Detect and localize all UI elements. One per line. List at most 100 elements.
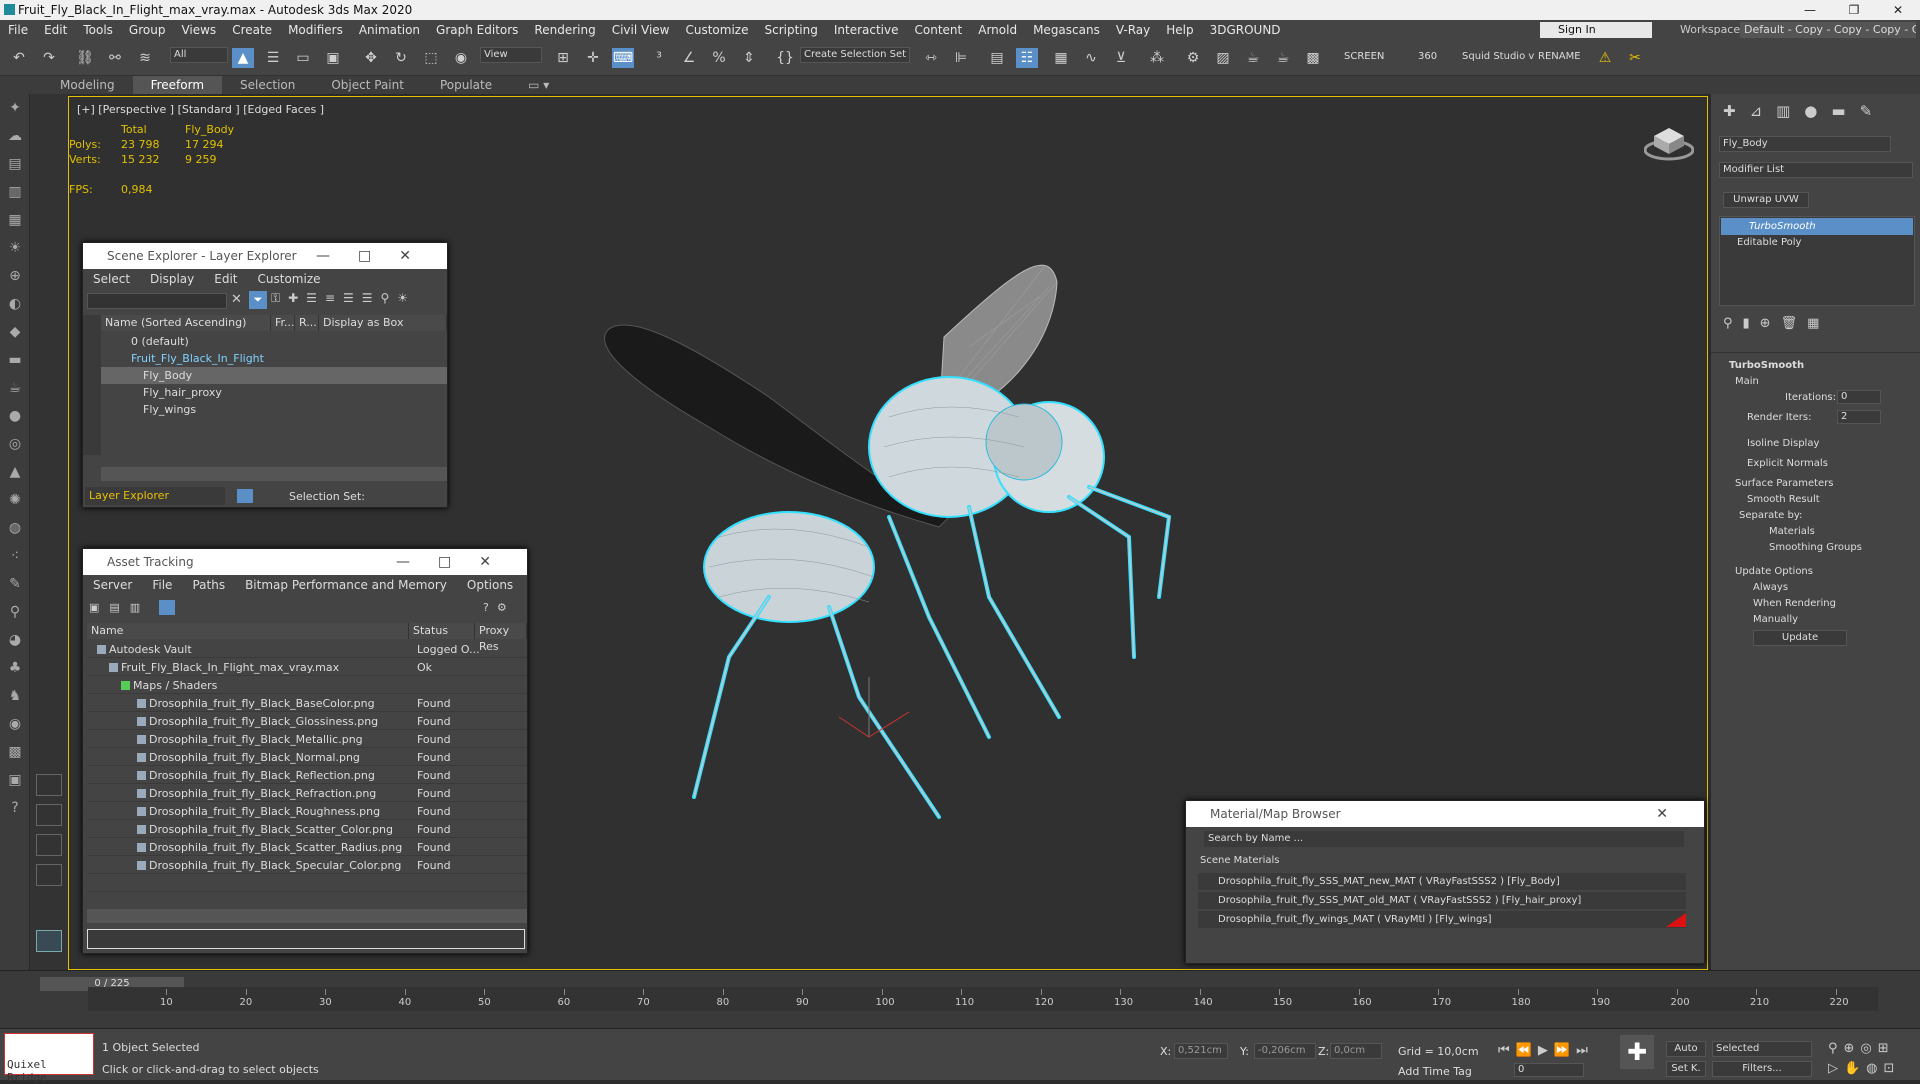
menu-help[interactable]: Help <box>1158 20 1201 40</box>
camera-icon[interactable]: ◐ <box>0 290 30 318</box>
link-icon[interactable]: ⛓ <box>74 48 96 68</box>
asset-tracking-window-controls[interactable]: —□✕ <box>396 549 519 575</box>
unwrap-uvw-button[interactable]: Unwrap UVW <box>1723 192 1809 208</box>
layer-row-fly-wings[interactable]: Fly_wings <box>101 401 447 418</box>
layer-tools-icon[interactable]: ⚿✚☰≡☰☰⚲☀ <box>271 291 416 306</box>
at-toolbar-icons[interactable]: ▣▤▥ <box>89 601 150 614</box>
menu-file[interactable]: File <box>0 20 36 40</box>
warning-icon[interactable]: ⚠ <box>1594 48 1616 68</box>
close-button[interactable]: ✕ <box>1876 0 1920 20</box>
placement-icon[interactable]: ◉ <box>450 48 472 68</box>
tab-modeling[interactable]: Modeling <box>42 76 133 94</box>
at-col-status[interactable]: Status <box>409 623 475 639</box>
at-horizontal-scrollbar[interactable] <box>87 909 527 923</box>
sign-in-dropdown[interactable]: Sign In <box>1540 22 1652 38</box>
layers-icon[interactable]: ▤ <box>0 150 30 178</box>
menu-vray[interactable]: V-Ray <box>1108 20 1158 40</box>
walk-icon[interactable]: ♞ <box>0 682 30 710</box>
materials-checkbox[interactable]: Materials <box>1769 526 1815 537</box>
menu-modifiers[interactable]: Modifiers <box>280 20 351 40</box>
manually-radio[interactable]: Manually <box>1753 614 1798 625</box>
layout-2-icon[interactable] <box>36 804 62 826</box>
move-icon[interactable]: ✥ <box>360 48 382 68</box>
layer-row-fly-hair[interactable]: Fly_hair_proxy <box>101 384 447 401</box>
at-help-icon[interactable]: ?⚙ <box>483 601 515 614</box>
sphere-icon[interactable]: ● <box>0 402 30 430</box>
always-radio[interactable]: Always <box>1753 582 1788 593</box>
material-editor-icon[interactable]: ⁂ <box>1146 48 1168 68</box>
command-panel-tabs-icon[interactable]: ✚⊿▥●▬✎ <box>1723 102 1886 120</box>
render-iters-checkbox[interactable]: Render Iters: <box>1747 412 1812 423</box>
schematic-view-icon[interactable]: ⊻ <box>1110 48 1132 68</box>
se-menu-customize[interactable]: Customize <box>248 269 331 289</box>
layout-1-icon[interactable] <box>36 774 62 796</box>
at-path-input[interactable] <box>87 929 525 949</box>
key-filters-button[interactable]: Filters... <box>1712 1061 1812 1077</box>
window-crossing-icon[interactable]: ▣ <box>322 48 344 68</box>
at-table-view-icon[interactable] <box>159 600 175 615</box>
panel-icon[interactable]: ▣ <box>0 766 30 794</box>
smooth-result-checkbox[interactable]: Smooth Result <box>1747 494 1820 505</box>
grid-icon[interactable]: ▦ <box>0 206 30 234</box>
edit-named-sets-icon[interactable]: {} <box>774 48 796 68</box>
menu-civil-view[interactable]: Civil View <box>604 20 678 40</box>
modifier-list-dropdown[interactable]: Modifier List <box>1719 162 1913 178</box>
torus-icon[interactable]: ◎ <box>0 430 30 458</box>
target-icon[interactable]: ◉ <box>0 710 30 738</box>
layer-row-fly-body[interactable]: Fly_Body <box>101 367 447 384</box>
asset-row[interactable]: Drosophila_fruit_fly_Black_Metallic.png F… <box>87 731 527 748</box>
menu-views[interactable]: Views <box>173 20 224 40</box>
sun-icon[interactable]: ✺ <box>0 486 30 514</box>
menu-content[interactable]: Content <box>907 20 971 40</box>
box-icon[interactable]: ▬ <box>0 346 30 374</box>
viewport-nav-icon[interactable]: ⚲⊕◎⊞ <box>1828 1041 1895 1056</box>
unwrap-icon[interactable]: ▩ <box>0 738 30 766</box>
scene-materials-group[interactable]: Scene Materials <box>1190 853 1690 869</box>
filter-icon[interactable]: ⏷ <box>249 291 267 309</box>
isoline-display-checkbox[interactable]: Isoline Display <box>1747 438 1819 449</box>
at-menu-paths[interactable]: Paths <box>182 575 235 595</box>
light-icon[interactable]: ☀ <box>0 234 30 262</box>
layer-mode-icon[interactable] <box>237 489 253 503</box>
scene-explorer-icon[interactable]: ▤ <box>986 48 1008 68</box>
se-menu-edit[interactable]: Edit <box>204 269 247 289</box>
menu-scripting[interactable]: Scripting <box>756 20 825 40</box>
help-icon[interactable]: ? <box>0 794 30 822</box>
mirror-icon[interactable]: ⇿ <box>920 48 942 68</box>
playback-controls-icon[interactable]: ⏮⏪▶⏩⏭ <box>1498 1043 1594 1058</box>
material-browser-close[interactable]: ✕ <box>1656 801 1696 827</box>
percent-snap-icon[interactable]: % <box>708 48 730 68</box>
at-menu-file[interactable]: File <box>142 575 182 595</box>
layer-explorer-dropdown[interactable]: Layer Explorer <box>85 487 225 505</box>
at-menu-options[interactable]: Options <box>457 575 523 595</box>
asset-row[interactable]: Drosophila_fruit_fly_Black_Glossiness.pn… <box>87 713 527 730</box>
orbit-pan-icon[interactable]: ▷✋◍⊡ <box>1828 1061 1900 1076</box>
undo-icon[interactable]: ↶ <box>8 48 30 68</box>
asset-row[interactable]: Autodesk Vault Logged O... <box>87 641 527 658</box>
asset-row[interactable]: Drosophila_fruit_fly_Black_Scatter_Color… <box>87 821 527 838</box>
key-filter-dropdown[interactable]: Selected <box>1712 1041 1812 1057</box>
asset-row[interactable]: Maps / Shaders <box>87 677 527 694</box>
asset-row[interactable]: Drosophila_fruit_fly_Black_Scatter_Radiu… <box>87 839 527 856</box>
bind-spacewarp-icon[interactable]: ≋ <box>134 48 156 68</box>
asset-row[interactable]: Fruit_Fly_Black_In_Flight_max_vray.max Ok <box>87 659 527 676</box>
layer-row-fruit-fly[interactable]: Fruit_Fly_Black_In_Flight <box>101 350 447 367</box>
quixel-bridge-button[interactable]: Quixel Bridge <box>4 1033 94 1084</box>
render-cloud-icon[interactable]: ▩ <box>1302 48 1324 68</box>
smoothing-groups-checkbox[interactable]: Smoothing Groups <box>1769 542 1862 553</box>
maximize-button[interactable]: ❐ <box>1832 0 1876 20</box>
scale-icon[interactable]: ⬚ <box>420 48 442 68</box>
layout-4-icon[interactable] <box>36 864 62 886</box>
rename-button[interactable]: RENAME <box>1538 51 1581 62</box>
menu-customize[interactable]: Customize <box>677 20 756 40</box>
clear-search-icon[interactable]: ✕ <box>231 292 242 307</box>
y-coordinate-input[interactable]: -0,206cm <box>1254 1043 1316 1059</box>
scissors-icon[interactable]: ✂ <box>1624 48 1646 68</box>
list-icon[interactable]: ▥ <box>0 178 30 206</box>
set-key-icon[interactable]: ✚ <box>1620 1035 1654 1069</box>
select-object-icon[interactable]: ▲ <box>232 48 254 68</box>
se-menu-select[interactable]: Select <box>83 269 140 289</box>
render-iters-spinner[interactable]: 2 <box>1837 410 1881 424</box>
pin-icon[interactable]: ⚲ <box>0 598 30 626</box>
material-row-body[interactable]: Drosophila_fruit_fly_SSS_MAT_new_MAT ( V… <box>1198 873 1686 890</box>
